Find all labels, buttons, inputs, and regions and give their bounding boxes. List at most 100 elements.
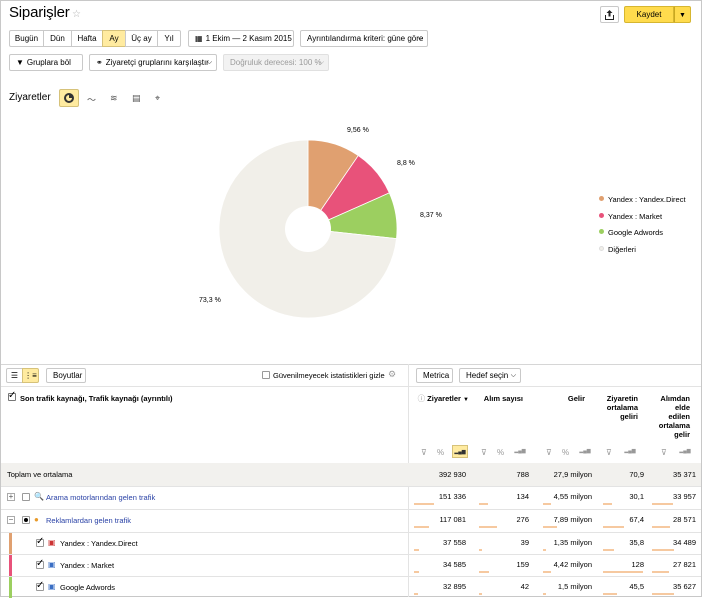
row-checkbox[interactable] <box>36 558 44 569</box>
info-icon: ⓘ <box>417 394 426 403</box>
col-header-visits[interactable]: ⓘ Ziyaretler ▼ <box>414 394 469 405</box>
filter-icon: ▼ <box>16 58 24 67</box>
dimension-header[interactable]: Son trafik kaynağı, Trafik kaynağı (ayrı… <box>20 394 173 403</box>
legend-item-others[interactable]: Diğerleri <box>599 245 636 254</box>
cell-bar <box>543 593 546 595</box>
column-chart-toggle-icon[interactable]: ▂▄▆ <box>452 445 468 458</box>
total-cell: 27,9 milyon <box>553 470 592 479</box>
bar-chart-icon[interactable]: ▤ <box>132 93 141 104</box>
cell-bar <box>414 526 429 528</box>
percent-icon[interactable]: % <box>497 448 504 457</box>
unreliable-label: Güvenilmeyecek istatistikleri gizle <box>273 371 385 380</box>
collapse-toggle[interactable]: − <box>7 516 15 524</box>
cell-bar <box>652 549 674 551</box>
row-checkbox[interactable] <box>36 580 44 591</box>
bookmark-icon[interactable]: ☆ <box>72 9 81 20</box>
cell-bar <box>414 571 419 573</box>
select-all-checkbox[interactable] <box>8 390 16 401</box>
period-three-months[interactable]: Üç ay <box>125 30 158 47</box>
col-header-avg-purchase-revenue[interactable]: Alımdan elde edilen ortalama gelir <box>652 394 690 439</box>
view-list-button[interactable]: ☰ <box>6 368 23 383</box>
row-checkbox[interactable] <box>22 516 30 524</box>
date-range-label: 1 Ekim — 2 Kasım 2015 <box>205 34 292 43</box>
gear-icon[interactable]: ⚙ <box>388 369 396 380</box>
table-cell: 1,5 milyon <box>557 582 592 591</box>
row-label[interactable]: Arama motorlarından gelen trafik <box>46 493 155 502</box>
accuracy-label: Doğruluk derecesi: 100 % <box>230 58 322 67</box>
cell-bar <box>479 549 482 551</box>
cell-bar <box>479 571 489 573</box>
table-cell: 30,1 <box>629 492 644 501</box>
row-label[interactable]: Reklamlardan gelen trafik <box>46 516 131 525</box>
cell-bar <box>603 571 643 573</box>
table-cell: 276 <box>516 515 529 524</box>
pie-label-yandex-direct: 9,56 % <box>347 127 369 134</box>
period-yesterday[interactable]: Dün <box>43 30 72 47</box>
column-filter-icon[interactable]: ⊽ <box>661 448 667 457</box>
column-filter-icon[interactable]: ⊽ <box>481 448 487 457</box>
dimensions-button[interactable]: Boyutlar <box>46 368 86 383</box>
save-options-button[interactable]: ▼ <box>674 6 691 23</box>
table-cell: 159 <box>516 560 529 569</box>
column-chart-toggle-icon[interactable]: ▂▄▆ <box>512 445 528 458</box>
view-tree-button[interactable]: ⋮≡ <box>22 368 39 383</box>
row-checkbox[interactable] <box>22 493 30 501</box>
detail-select[interactable]: Ayrıntılandırma kriteri: güne göre ⌵ <box>300 30 428 47</box>
col-header-purchases[interactable]: Alım sayısı <box>478 394 523 403</box>
table-cell: 39 <box>520 538 529 547</box>
row-checkbox[interactable] <box>36 536 44 547</box>
legend-label: Google Adwords <box>608 228 664 237</box>
col-header-revenue[interactable]: Gelir <box>540 394 585 403</box>
column-filter-icon[interactable]: ⊽ <box>421 448 427 457</box>
section-divider <box>1 364 701 365</box>
column-chart-toggle-icon[interactable]: ▂▄▆ <box>577 445 593 458</box>
table-cell: 45,5 <box>629 582 644 591</box>
line-chart-icon[interactable]: 〜 <box>87 93 96 106</box>
row-color-marker <box>9 533 12 554</box>
pie-label-others: 73,3 % <box>199 297 221 304</box>
period-month[interactable]: Ay <box>102 30 126 47</box>
table-cell: 67,4 <box>629 515 644 524</box>
group-button-label: Gruplara böl <box>26 58 71 67</box>
col-header-avg-visit-revenue[interactable]: Ziyaretin ortalama geliri <box>598 394 638 421</box>
map-pin-icon[interactable]: ⌖ <box>155 93 160 104</box>
chevron-down-icon: ⌵ <box>417 35 423 42</box>
legend-item-google-adwords[interactable]: Google Adwords <box>599 228 663 237</box>
cell-bar <box>652 571 669 573</box>
unreliable-checkbox[interactable] <box>262 371 270 379</box>
percent-icon[interactable]: % <box>437 448 444 457</box>
legend-item-yandex-direct[interactable]: Yandex : Yandex.Direct <box>599 195 686 204</box>
export-button[interactable] <box>600 6 619 23</box>
table-cell: 42 <box>520 582 529 591</box>
yandex-market-icon: ▣ <box>48 560 56 569</box>
row-color-marker <box>9 555 12 576</box>
area-chart-icon[interactable]: ≋ <box>110 93 118 104</box>
column-filter-icon[interactable]: ⊽ <box>606 448 612 457</box>
period-year[interactable]: Yıl <box>157 30 181 47</box>
expand-toggle[interactable]: + <box>7 493 15 501</box>
pie-icon <box>64 93 74 103</box>
table-cell: 33 957 <box>673 492 696 501</box>
goal-select[interactable]: Hedef seçin ⌵ <box>459 368 521 383</box>
save-button[interactable]: Kaydet <box>624 6 674 23</box>
row-label: Yandex : Yandex.Direct <box>60 539 138 548</box>
group-button[interactable]: ▼ Gruplara böl <box>9 54 83 71</box>
total-cell: 70,9 <box>629 470 644 479</box>
table-cell: 35,8 <box>629 538 644 547</box>
column-chart-toggle-icon[interactable]: ▂▄▆ <box>622 445 638 458</box>
table-cell: 34 585 <box>443 560 466 569</box>
period-week[interactable]: Hafta <box>71 30 103 47</box>
table-cell: 128 <box>631 560 644 569</box>
column-chart-toggle-icon[interactable]: ▂▄▆ <box>677 445 693 458</box>
period-today[interactable]: Bugün <box>9 30 44 47</box>
app-frame <box>0 0 702 597</box>
table-cell: 27 821 <box>673 560 696 569</box>
column-filter-icon[interactable]: ⊽ <box>546 448 552 457</box>
legend-item-yandex-market[interactable]: Yandex : Market <box>599 212 662 221</box>
chart-type-pie-button[interactable] <box>59 89 79 107</box>
cell-bar <box>414 549 419 551</box>
compare-button[interactable]: ⚭ Ziyaretçi gruplarını karşılaştır ⌵ <box>89 54 217 71</box>
date-range-button[interactable]: ▦ 1 Ekim — 2 Kasım 2015 <box>188 30 294 47</box>
percent-icon[interactable]: % <box>562 448 569 457</box>
metrica-button[interactable]: Metrica <box>416 368 453 383</box>
